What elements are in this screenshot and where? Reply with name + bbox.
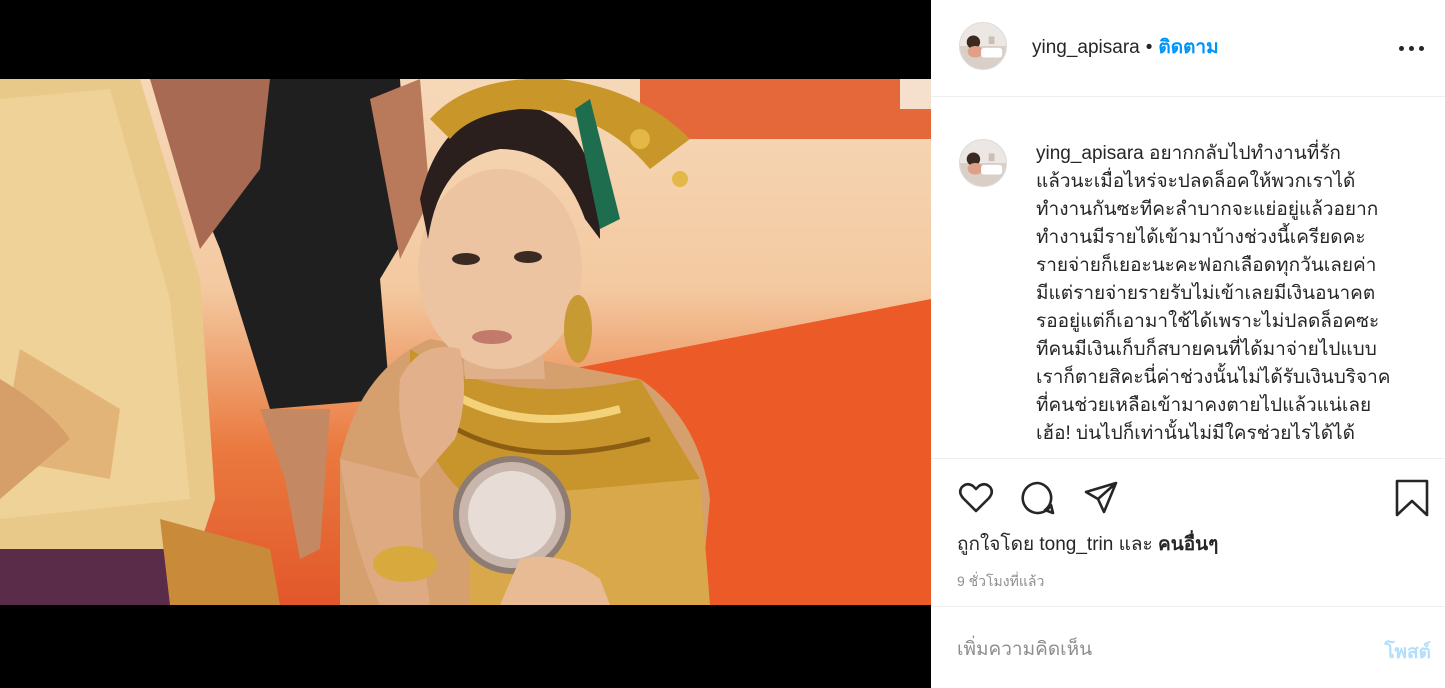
post-photo[interactable] bbox=[0, 79, 931, 605]
more-horizontal-icon[interactable] bbox=[1395, 34, 1427, 62]
likes-prefix: ถูกใจโดย bbox=[957, 534, 1035, 555]
likes-summary: ถูกใจโดย tong_trin และ คนอื่นๆ bbox=[957, 531, 1218, 559]
caption-line: อยากกลับไปทำงานที่รัก bbox=[1149, 143, 1341, 164]
caption-line: รออยู่แต่ก็เอามาใช้ได้เพราะไม่ปลดล็อคซะ bbox=[1036, 311, 1380, 332]
follow-button[interactable]: ติดตาม bbox=[1158, 37, 1218, 58]
caption-line: เฮ้อ! บ่นไปก็เท่านั้นไม่มีใครช่วยไรได้ได… bbox=[1036, 423, 1355, 444]
post-timestamp[interactable]: 9 ชั่วโมงที่แล้ว bbox=[957, 571, 1044, 593]
add-comment-bar: โพสต์ bbox=[931, 606, 1445, 688]
avatar[interactable] bbox=[959, 22, 1007, 70]
caption-avatar[interactable] bbox=[959, 139, 1007, 187]
bookmark-icon[interactable] bbox=[1393, 479, 1431, 517]
caption-username[interactable]: ying_apisara bbox=[1036, 143, 1144, 164]
comments-area[interactable]: ying_apisara อยากกลับไปทำงานที่รัก แล้วน… bbox=[931, 97, 1445, 457]
avatar-image bbox=[960, 140, 1006, 186]
post-side-panel: ying_apisara • ติดตาม ying_apisara อยากกลั… bbox=[931, 0, 1445, 688]
caption-line: เราก็ตายสิคะนี่ค่าช่วงนั้นไม่ได้รับเงินบ… bbox=[1036, 367, 1391, 388]
post-caption: ying_apisara อยากกลับไปทำงานที่รัก แล้วน… bbox=[1036, 140, 1416, 448]
likes-conjunction: และ bbox=[1118, 534, 1153, 555]
paper-plane-icon[interactable] bbox=[1082, 479, 1120, 517]
heart-icon[interactable] bbox=[957, 479, 995, 517]
caption-line: ทีคนมีเงินเก็บก็สบายคนที่ได้มาจ่ายไปแบบ bbox=[1036, 339, 1377, 360]
caption-line: ทำงานมีรายได้เข้ามาบ้างช่วงนี้เครียดคะ bbox=[1036, 227, 1366, 248]
caption-line: ทำงานกันซะทีคะลำบากจะแย่อยู่แล้วอยาก bbox=[1036, 199, 1379, 220]
post-media[interactable] bbox=[0, 0, 931, 688]
photo-illustration bbox=[0, 79, 931, 605]
comment-input[interactable] bbox=[957, 635, 1337, 665]
liker-link[interactable]: tong_trin bbox=[1039, 534, 1113, 555]
caption-line: ที่คนช่วยเหลือเข้ามาคงตายไปแล้วแน่เลย bbox=[1036, 395, 1372, 416]
post-header: ying_apisara • ติดตาม bbox=[931, 0, 1445, 97]
header-user-line: ying_apisara • ติดตาม bbox=[1032, 36, 1219, 60]
caption-line: รายจ่ายก็เยอะนะคะฟอกเลือดทุกวันเลยค่า bbox=[1036, 255, 1377, 276]
separator-dot: • bbox=[1145, 37, 1153, 58]
caption-line: มีแต่รายจ่ายรายรับไม่เข้าเลยมีเงินอนาคต bbox=[1036, 283, 1376, 304]
username-link[interactable]: ying_apisara bbox=[1032, 37, 1140, 58]
comment-bubble-icon[interactable] bbox=[1019, 479, 1057, 517]
likes-others-link[interactable]: คนอื่นๆ bbox=[1158, 534, 1218, 555]
caption-line: แล้วนะเมื่อไหร่จะปลดล็อคให้พวกเราได้ bbox=[1036, 171, 1356, 192]
avatar-image bbox=[960, 23, 1006, 69]
post-actions: ถูกใจโดย tong_trin และ คนอื่นๆ 9 ชั่วโมง… bbox=[931, 458, 1445, 606]
post-comment-button[interactable]: โพสต์ bbox=[1384, 637, 1431, 667]
